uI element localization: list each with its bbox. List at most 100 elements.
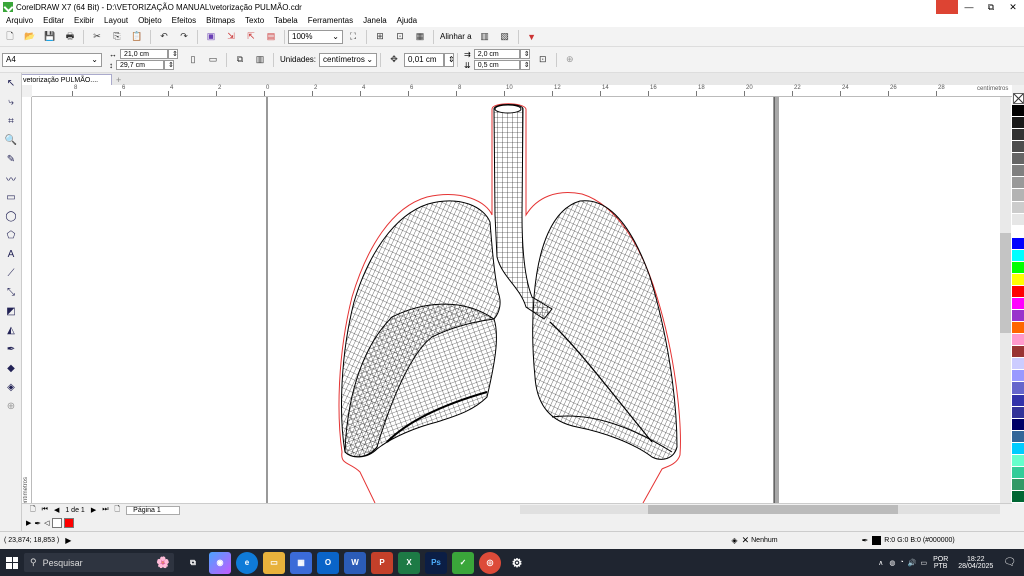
palette-swatch[interactable]	[1012, 285, 1024, 298]
add-page-icon[interactable]: 🗋	[115, 505, 121, 516]
paste-icon[interactable]: 📋	[130, 30, 144, 44]
palette-swatch[interactable]	[1012, 201, 1024, 214]
palette-swatch[interactable]	[1012, 153, 1024, 166]
freehand-tool-icon[interactable]: ✎	[2, 150, 20, 168]
powerpoint-icon[interactable]: P	[371, 551, 393, 574]
no-color-swatch[interactable]	[1012, 85, 1024, 105]
task-view-icon[interactable]: ⧉	[182, 552, 204, 574]
first-page-icon[interactable]: ⏮	[42, 506, 48, 514]
width-stepper[interactable]: ⇕	[168, 49, 178, 59]
palette-swatch[interactable]	[1012, 406, 1024, 419]
menu-exibir[interactable]: Exibir	[74, 16, 94, 25]
drop-shadow-icon[interactable]: ◩	[2, 302, 20, 320]
palette-swatch[interactable]	[1012, 322, 1024, 335]
palette-swatch[interactable]	[1012, 177, 1024, 190]
palette-swatch[interactable]	[1012, 261, 1024, 274]
palette-swatch[interactable]	[1012, 491, 1024, 504]
close-button[interactable]: ✕	[1002, 0, 1024, 14]
page-height-field[interactable]: 29,7 cm	[116, 60, 164, 70]
redo-icon[interactable]: ↷	[177, 30, 191, 44]
settings-icon[interactable]: ⚙	[506, 552, 528, 574]
menu-objeto[interactable]: Objeto	[138, 16, 162, 25]
document-swatch-none[interactable]	[52, 518, 63, 528]
wifi-icon[interactable]: ◔	[900, 559, 904, 566]
snap-to-icon[interactable]: ⊡	[393, 30, 407, 44]
chevron-up-icon[interactable]: ∧	[878, 559, 883, 567]
duplicate-x-field[interactable]: 2,0 cm	[473, 49, 520, 59]
nudge-stepper[interactable]: ⇕	[444, 52, 455, 67]
palette-swatch[interactable]	[1012, 237, 1024, 250]
palette-swatch[interactable]	[1012, 370, 1024, 383]
copy-icon[interactable]: ⎘	[110, 30, 124, 44]
menu-texto[interactable]: Texto	[245, 16, 264, 25]
units-dropdown[interactable]: centímetros ⌄	[319, 52, 378, 67]
palette-swatch[interactable]	[1012, 418, 1024, 431]
word-icon[interactable]: W	[344, 551, 366, 574]
cut-icon[interactable]: ✂	[90, 30, 104, 44]
next-page-icon[interactable]: ▶	[91, 506, 96, 514]
full-screen-icon[interactable]: ⛶	[346, 30, 360, 44]
start-button[interactable]	[0, 549, 24, 576]
restore-button[interactable]: ⧉	[980, 0, 1002, 14]
eyedropper-icon[interactable]: ✒	[2, 340, 20, 358]
vertical-scroll-thumb[interactable]	[1000, 233, 1011, 333]
show-rulers-icon[interactable]: ⊞	[373, 30, 387, 44]
notifications-icon[interactable]: 🗨	[1003, 557, 1016, 568]
crop-tool-icon[interactable]: ⌗	[2, 112, 20, 130]
page-width-field[interactable]: 21,0 cm	[120, 49, 168, 59]
smart-fill-icon[interactable]: ◈	[2, 378, 20, 396]
current-page-icon[interactable]: ▥	[253, 53, 267, 67]
palette-swatch[interactable]	[1012, 430, 1024, 443]
import-icon[interactable]: ⇲	[224, 30, 238, 44]
undo-icon[interactable]: ↶	[157, 30, 171, 44]
palette-swatch[interactable]	[1012, 382, 1024, 395]
pick-tool-icon[interactable]: ↖	[2, 74, 20, 92]
transparency-tool-icon[interactable]: ◭	[2, 321, 20, 339]
last-page-icon[interactable]: ⏭	[102, 506, 108, 514]
add-tab-icon[interactable]: +	[116, 75, 126, 85]
polygon-tool-icon[interactable]: ⬠	[2, 226, 20, 244]
palette-swatch[interactable]	[1012, 225, 1024, 238]
height-stepper[interactable]: ⇕	[164, 60, 174, 70]
rectangle-tool-icon[interactable]: ▭	[2, 188, 20, 206]
copilot-icon[interactable]: ◉	[209, 551, 231, 574]
edit-page-icon[interactable]: ⊡	[536, 53, 550, 67]
photoshop-icon[interactable]: Ps	[425, 551, 447, 574]
portrait-icon[interactable]: ▯	[186, 53, 200, 67]
save-icon[interactable]: 💾	[43, 30, 57, 44]
connector-tool-icon[interactable]: ⤡	[2, 283, 20, 301]
menu-bitmaps[interactable]: Bitmaps	[206, 16, 235, 25]
dup-y-stepper[interactable]: ⇕	[519, 60, 530, 70]
palette-swatch[interactable]	[1012, 298, 1024, 311]
ellipse-tool-icon[interactable]: ◯	[2, 207, 20, 225]
palette-swatch[interactable]	[1012, 358, 1024, 371]
zoom-level-dropdown[interactable]: 100% ⌄	[288, 29, 343, 44]
print-icon[interactable]: 🖶	[63, 30, 77, 44]
menu-janela[interactable]: Janela	[363, 16, 387, 25]
page-size-dropdown[interactable]: A4 ⌄	[2, 52, 102, 67]
publish-pdf-icon[interactable]: ▤	[264, 30, 278, 44]
palette-swatch[interactable]	[1012, 394, 1024, 407]
file-explorer-icon[interactable]: ▭	[263, 551, 285, 574]
menu-ferramentas[interactable]: Ferramentas	[308, 16, 353, 25]
outlook-icon[interactable]: O	[317, 551, 339, 574]
add-tool-icon[interactable]: ⊕	[2, 397, 20, 415]
store-icon[interactable]: ▦	[290, 551, 312, 574]
eyedropper-icon[interactable]: ✒	[34, 519, 41, 528]
excel-icon[interactable]: X	[398, 551, 420, 574]
align-to-label[interactable]: Alinhar a	[440, 32, 472, 41]
open-folder-icon[interactable]: 📂	[23, 30, 37, 44]
palette-swatch[interactable]	[1012, 346, 1024, 359]
minimize-button[interactable]: —	[958, 0, 980, 14]
nudge-distance-field[interactable]: 0,01 cm	[404, 52, 445, 67]
user-icon[interactable]	[936, 0, 958, 14]
network-icon[interactable]: ◍	[889, 559, 895, 567]
add-icon[interactable]: ⊕	[563, 53, 577, 67]
palette-swatch[interactable]	[1012, 249, 1024, 262]
play-icon[interactable]: ▶	[65, 536, 71, 545]
export-icon[interactable]: ⇱	[244, 30, 258, 44]
menu-efeitos[interactable]: Efeitos	[172, 16, 196, 25]
palette-swatch[interactable]	[1012, 165, 1024, 178]
chrome-icon[interactable]: ◎	[479, 551, 501, 574]
page-options-icon[interactable]: 🗋	[30, 505, 36, 516]
